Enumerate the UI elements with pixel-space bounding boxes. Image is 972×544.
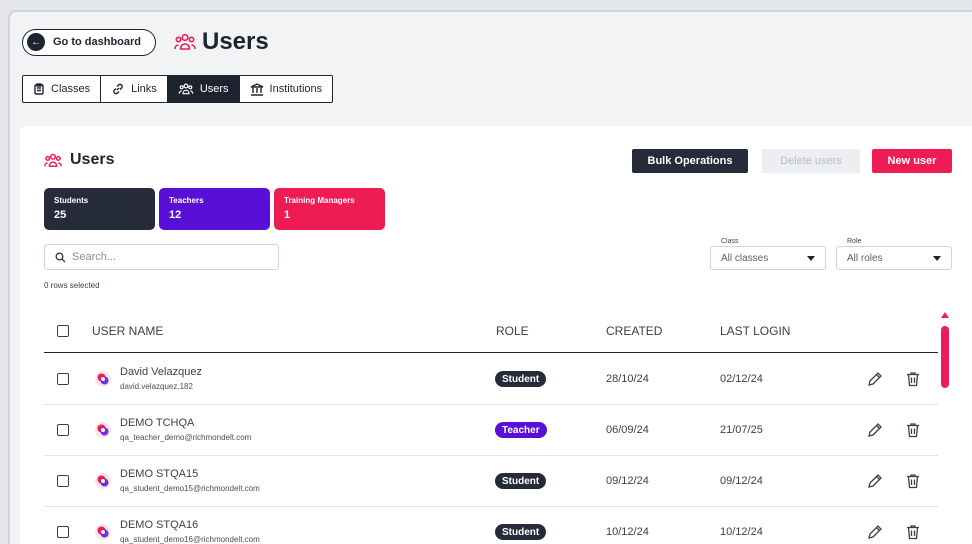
students-card-label: Students xyxy=(54,196,89,205)
tab-users[interactable]: Users xyxy=(167,76,240,102)
avatar-icon xyxy=(95,422,111,438)
created-date: 28/10/24 xyxy=(606,373,649,385)
table-header: USER NAME ROLE CREATED LAST LOGIN xyxy=(44,312,938,353)
users-icon xyxy=(44,153,62,167)
search-icon xyxy=(55,252,66,262)
tab-classes-label: Classes xyxy=(51,83,91,95)
training-managers-card[interactable]: Training Managers 1 xyxy=(274,188,385,230)
caret-down-icon xyxy=(807,255,815,261)
avatar-icon xyxy=(95,371,111,387)
teachers-card[interactable]: Teachers 12 xyxy=(159,188,270,230)
training-managers-card-label: Training Managers xyxy=(284,196,355,205)
search-input[interactable] xyxy=(72,251,272,263)
page-title-text: Users xyxy=(202,28,269,55)
table-row: David Velazquez david.velazquez.182 Stud… xyxy=(44,354,938,405)
users-icon xyxy=(174,33,196,50)
table-row: DEMO STQA16 qa_student_demo16@richmondel… xyxy=(44,507,938,544)
class-filter-select[interactable]: Class All classes xyxy=(710,238,826,270)
clipboard-icon xyxy=(34,83,44,95)
user-email: david.velazquez.182 xyxy=(120,382,193,391)
role-badge: Student xyxy=(495,371,547,387)
link-icon xyxy=(113,83,123,95)
row-checkbox[interactable] xyxy=(57,526,69,538)
user-name[interactable]: David Velazquez xyxy=(120,366,202,378)
page-title: Users xyxy=(174,28,269,56)
role-summary-cards: Students 25 Teachers 12 Training Manager… xyxy=(44,188,389,230)
user-email: qa_student_demo15@richmondelt.com xyxy=(120,484,260,493)
rows-selected-text: 0 rows selected xyxy=(44,281,100,290)
caret-down-icon xyxy=(933,255,941,261)
user-name[interactable]: DEMO STQA16 xyxy=(120,519,198,531)
role-filter-value: All roles xyxy=(847,252,883,264)
class-filter-value: All classes xyxy=(721,252,769,264)
bulk-operations-button[interactable]: Bulk Operations xyxy=(632,149,748,173)
role-filter-select[interactable]: Role All roles xyxy=(836,238,952,270)
created-date: 09/12/24 xyxy=(606,475,649,487)
teachers-card-count: 12 xyxy=(169,209,182,221)
table-scrollbar[interactable] xyxy=(938,310,952,544)
panel-title: Users xyxy=(44,151,114,169)
trash-icon[interactable] xyxy=(904,370,922,388)
user-name[interactable]: DEMO TCHQA xyxy=(120,417,194,429)
header-created[interactable]: CREATED xyxy=(606,324,662,338)
table-row: DEMO STQA15 qa_student_demo15@richmondel… xyxy=(44,456,938,507)
header-role[interactable]: ROLE xyxy=(496,324,529,338)
row-checkbox[interactable] xyxy=(57,373,69,385)
tab-links[interactable]: Links xyxy=(101,76,168,102)
institution-icon xyxy=(250,82,263,96)
trash-icon[interactable] xyxy=(904,472,922,490)
avatar-icon xyxy=(95,473,111,489)
user-name[interactable]: DEMO STQA15 xyxy=(120,468,198,480)
pencil-icon[interactable] xyxy=(866,472,884,490)
go-to-dashboard-label: Go to dashboard xyxy=(53,36,141,48)
avatar-icon xyxy=(95,524,111,540)
delete-users-button[interactable]: Delete users xyxy=(762,149,860,173)
select-all-checkbox[interactable] xyxy=(57,325,69,337)
pencil-icon[interactable] xyxy=(866,523,884,541)
user-email: qa_student_demo16@richmondelt.com xyxy=(120,535,260,544)
panel-title-text: Users xyxy=(70,151,115,168)
header-last-login[interactable]: LAST LOGIN xyxy=(720,324,790,338)
pencil-icon[interactable] xyxy=(866,370,884,388)
user-email: qa_teacher_demo@richmondelt.com xyxy=(120,433,252,442)
scrollbar-thumb[interactable] xyxy=(941,326,949,388)
last-login-date: 10/12/24 xyxy=(720,526,763,538)
class-filter-label: Class xyxy=(719,238,741,245)
top-bar: ← Go to dashboard Users xyxy=(22,28,269,56)
tab-institutions[interactable]: Institutions xyxy=(240,76,333,102)
trash-icon[interactable] xyxy=(904,421,922,439)
scroll-up-arrow-icon[interactable] xyxy=(941,312,949,318)
row-checkbox[interactable] xyxy=(57,475,69,487)
trash-icon[interactable] xyxy=(904,523,922,541)
role-badge: Student xyxy=(495,524,547,540)
new-user-button[interactable]: New user xyxy=(872,149,952,173)
go-to-dashboard-button[interactable]: ← Go to dashboard xyxy=(22,28,156,56)
created-date: 10/12/24 xyxy=(606,526,649,538)
tab-institutions-label: Institutions xyxy=(269,83,323,95)
created-date: 06/09/24 xyxy=(606,424,649,436)
table-row: DEMO TCHQA qa_teacher_demo@richmondelt.c… xyxy=(44,405,938,456)
search-box xyxy=(44,244,279,270)
header-user-name[interactable]: USER NAME xyxy=(92,324,163,338)
arrow-left-icon: ← xyxy=(27,33,45,51)
role-filter-label: Role xyxy=(845,238,864,245)
tab-links-label: Links xyxy=(131,83,157,95)
users-panel: Users Bulk Operations Delete users New u… xyxy=(20,126,972,544)
app-frame: ← Go to dashboard Users Classes Links Us… xyxy=(8,10,972,544)
last-login-date: 09/12/24 xyxy=(720,475,763,487)
last-login-date: 02/12/24 xyxy=(720,373,763,385)
students-card[interactable]: Students 25 xyxy=(44,188,155,230)
tab-classes[interactable]: Classes xyxy=(23,76,102,102)
pencil-icon[interactable] xyxy=(866,421,884,439)
students-card-count: 25 xyxy=(54,209,67,221)
users-icon xyxy=(178,83,194,95)
last-login-date: 21/07/25 xyxy=(720,424,763,436)
section-tabs: Classes Links Users Institutions xyxy=(22,75,334,103)
row-checkbox[interactable] xyxy=(57,424,69,436)
training-managers-card-count: 1 xyxy=(284,209,291,221)
tab-users-label: Users xyxy=(199,83,229,95)
role-badge: Student xyxy=(495,473,547,489)
role-badge: Teacher xyxy=(495,422,547,438)
teachers-card-label: Teachers xyxy=(169,196,204,205)
